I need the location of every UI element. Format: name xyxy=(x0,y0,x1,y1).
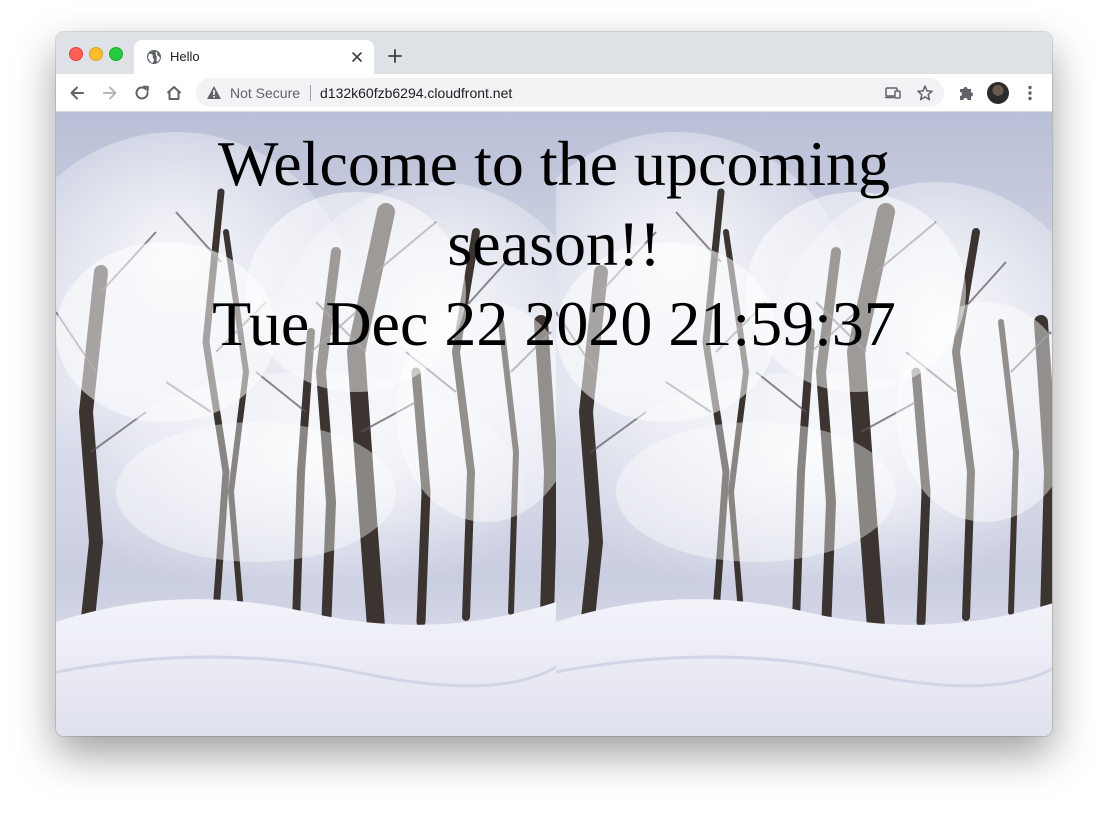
window-close-button[interactable] xyxy=(69,47,83,61)
tab-title: Hello xyxy=(170,49,200,64)
warning-icon[interactable] xyxy=(206,85,222,100)
new-tab-icon[interactable] xyxy=(387,48,403,64)
more-menu-icon[interactable] xyxy=(1020,83,1040,103)
browser-toolbar: Not Secure d132k60fzb6294.cloudfront.net xyxy=(56,74,1052,112)
url-text[interactable]: d132k60fzb6294.cloudfront.net xyxy=(320,85,512,101)
browser-window: Hello Not Secure d132k60fzb6294.cloudfro… xyxy=(56,32,1052,736)
profile-avatar[interactable] xyxy=(987,82,1009,104)
globe-icon xyxy=(147,50,161,64)
tab-strip: Hello xyxy=(56,32,1052,74)
security-status[interactable]: Not Secure xyxy=(230,85,300,101)
home-icon[interactable] xyxy=(164,83,184,103)
bookmark-star-icon[interactable] xyxy=(916,84,934,102)
forward-icon[interactable] xyxy=(100,83,120,103)
omnibox-divider xyxy=(310,85,311,101)
reload-icon[interactable] xyxy=(132,83,152,103)
tab-hello[interactable]: Hello xyxy=(134,40,374,74)
page-content: Welcome to the upcoming season!! Tue Dec… xyxy=(56,112,1052,736)
current-datetime: Tue Dec 22 2020 21:59:37 xyxy=(212,288,896,359)
extensions-icon[interactable] xyxy=(956,83,976,103)
close-tab-icon[interactable] xyxy=(349,49,365,65)
welcome-heading: Welcome to the upcoming season!! xyxy=(218,128,890,279)
cast-device-icon[interactable] xyxy=(884,84,902,102)
address-bar[interactable]: Not Secure d132k60fzb6294.cloudfront.net xyxy=(196,78,944,107)
window-minimize-button[interactable] xyxy=(89,47,103,61)
back-icon[interactable] xyxy=(67,83,87,103)
window-maximize-button[interactable] xyxy=(109,47,123,61)
